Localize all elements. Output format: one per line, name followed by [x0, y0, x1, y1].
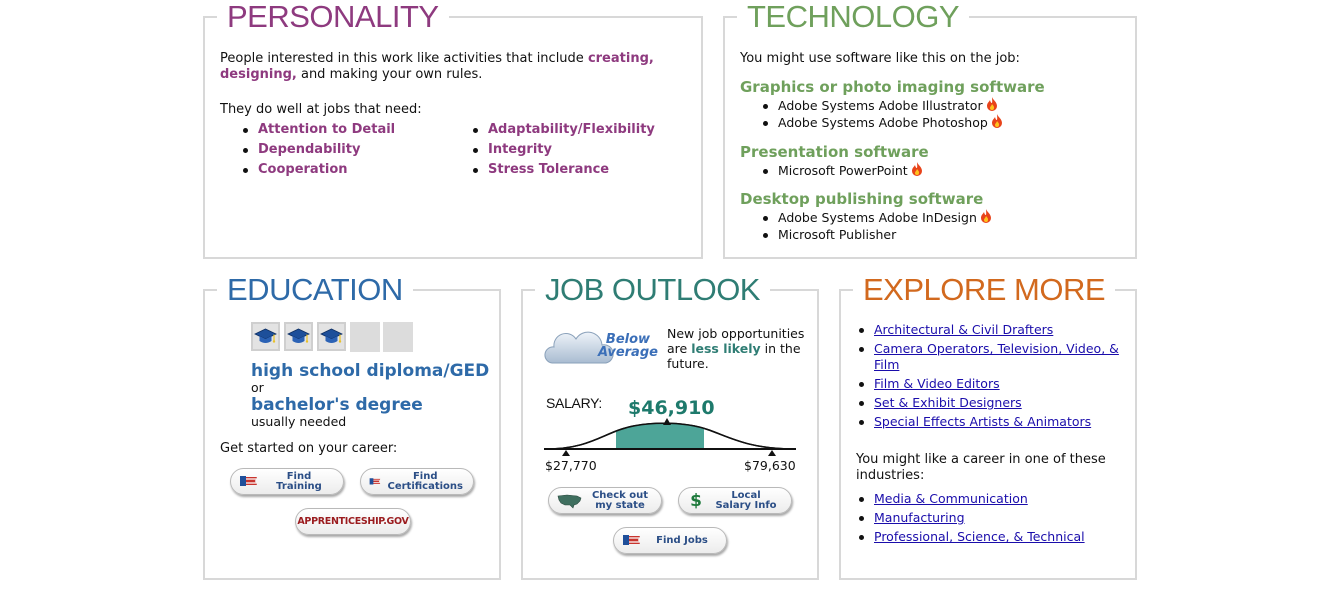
education-level-meter [251, 322, 421, 352]
outlook-description: New job opportunities are less likely in… [667, 326, 805, 371]
apprenticeship-button[interactable]: APPRENTICESHIP.GOV [295, 508, 411, 535]
flame-icon [991, 114, 1002, 128]
career-link[interactable]: Special Effects Artists & Animators [874, 414, 1091, 429]
local-salary-info-button[interactable]: $ Local Salary Info [678, 487, 792, 514]
explore-more-title: EXPLORE MORE [853, 271, 1116, 309]
salary-median: $46,910 [628, 397, 715, 419]
tech-item: Adobe Systems Adobe Illustrator [760, 97, 1003, 114]
check-out-my-state-button[interactable]: Check out my state [548, 487, 662, 514]
trait-item: Cooperation [240, 160, 395, 180]
education-level-filled [317, 322, 346, 351]
list-item: Media & Communication [856, 491, 1121, 507]
education-level-primary: high school diploma/GED [251, 361, 490, 381]
education-level-filled [251, 322, 280, 351]
flame-icon [980, 209, 991, 223]
industries-list: Media & Communication Manufacturing Prof… [856, 491, 1121, 548]
list-item: Camera Operators, Television, Video, & F… [856, 341, 1121, 373]
education-usually: usually needed [251, 414, 347, 429]
career-link[interactable]: Set & Exhibit Designers [874, 395, 1022, 410]
list-item: Manufacturing [856, 510, 1121, 526]
technology-title: TECHNOLOGY [737, 0, 970, 36]
flame-icon [911, 162, 922, 176]
personality-intro: People interested in this work like acti… [220, 51, 654, 82]
graduation-cap-icon [287, 328, 310, 343]
traits-list-right: Adaptability/Flexibility Integrity Stres… [470, 120, 655, 180]
personality-title: PERSONALITY [217, 0, 449, 36]
career-link[interactable]: Architectural & Civil Drafters [874, 322, 1053, 337]
flag-icon [240, 475, 257, 486]
tech-item: Adobe Systems Adobe Photoshop [760, 114, 1003, 131]
trait-item: Adaptability/Flexibility [470, 120, 655, 140]
job-outlook-title: JOB OUTLOOK [535, 271, 770, 309]
salary-low: $27,770 [545, 458, 597, 473]
industry-link[interactable]: Professional, Science, & Technical [874, 529, 1085, 544]
tech-group-graphics: Graphics or photo imaging software [740, 78, 1045, 96]
related-careers-list: Architectural & Civil Drafters Camera Op… [856, 322, 1121, 433]
traits-list-left: Attention to Detail Dependability Cooper… [240, 120, 395, 180]
flame-icon [986, 97, 997, 111]
personality-needs-label: They do well at jobs that need: [220, 102, 422, 117]
us-map-icon [557, 494, 582, 509]
dollar-icon: $ [690, 490, 702, 511]
personality-panel: PERSONALITY People interested in this wo… [203, 0, 703, 259]
find-certifications-button[interactable]: Find Certifications [360, 468, 474, 495]
flag-icon [623, 534, 640, 545]
explore-more-panel: EXPLORE MORE Architectural & Civil Draft… [839, 271, 1137, 580]
tech-list-graphics: Adobe Systems Adobe Illustrator Adobe Sy… [760, 97, 1003, 131]
tech-list-desktop-publishing: Adobe Systems Adobe InDesign Microsoft P… [760, 209, 992, 243]
salary-label: SALARY: [546, 395, 603, 411]
outlook-badge-text: Below Average [598, 332, 658, 360]
list-item: Professional, Science, & Technical [856, 529, 1121, 545]
career-link[interactable]: Film & Video Editors [874, 376, 1000, 391]
industry-link[interactable]: Manufacturing [874, 510, 965, 525]
technology-panel: TECHNOLOGY You might use software like t… [723, 0, 1137, 259]
tech-item: Microsoft PowerPoint [760, 162, 923, 179]
list-item: Special Effects Artists & Animators [856, 414, 1121, 430]
find-jobs-button[interactable]: Find Jobs [613, 527, 727, 554]
find-training-button[interactable]: Find Training [230, 468, 344, 495]
graduation-cap-icon [320, 328, 343, 343]
list-item: Architectural & Civil Drafters [856, 322, 1121, 338]
industries-intro: You might like a career in one of these … [856, 452, 1106, 483]
trait-item: Dependability [240, 140, 395, 160]
tech-item: Microsoft Publisher [760, 226, 992, 243]
trait-item: Integrity [470, 140, 655, 160]
education-level-secondary: bachelor's degree [251, 395, 423, 415]
technology-intro: You might use software like this on the … [740, 51, 1020, 66]
education-panel: EDUCATION high school diploma/GED or bac… [203, 271, 501, 580]
graduation-cap-icon [254, 328, 277, 343]
list-item: Set & Exhibit Designers [856, 395, 1121, 411]
education-level-empty [383, 322, 413, 352]
salary-high: $79,630 [744, 458, 796, 473]
education-level-filled [284, 322, 313, 351]
salary-median-marker [663, 418, 671, 425]
education-title: EDUCATION [217, 271, 413, 309]
salary-low-marker [562, 450, 570, 456]
outlook-badge: Below Average [544, 329, 664, 369]
tech-group-presentation: Presentation software [740, 143, 929, 161]
flag-icon [369, 477, 381, 484]
tech-item: Adobe Systems Adobe InDesign [760, 209, 992, 226]
outlook-highlight: less likely [691, 341, 761, 356]
list-item: Film & Video Editors [856, 376, 1121, 392]
job-outlook-panel: JOB OUTLOOK Below Average New job opportu… [521, 271, 819, 580]
tech-group-desktop-publishing: Desktop publishing software [740, 190, 984, 208]
career-link[interactable]: Camera Operators, Television, Video, & F… [874, 341, 1119, 372]
education-or: or [251, 380, 264, 395]
industry-link[interactable]: Media & Communication [874, 491, 1028, 506]
get-started-label: Get started on your career: [220, 441, 398, 456]
trait-item: Attention to Detail [240, 120, 395, 140]
salary-high-marker [768, 450, 776, 456]
salary-distribution-chart [544, 418, 796, 456]
tech-list-presentation: Microsoft PowerPoint [760, 162, 923, 179]
trait-item: Stress Tolerance [470, 160, 655, 180]
education-level-empty [350, 322, 380, 352]
